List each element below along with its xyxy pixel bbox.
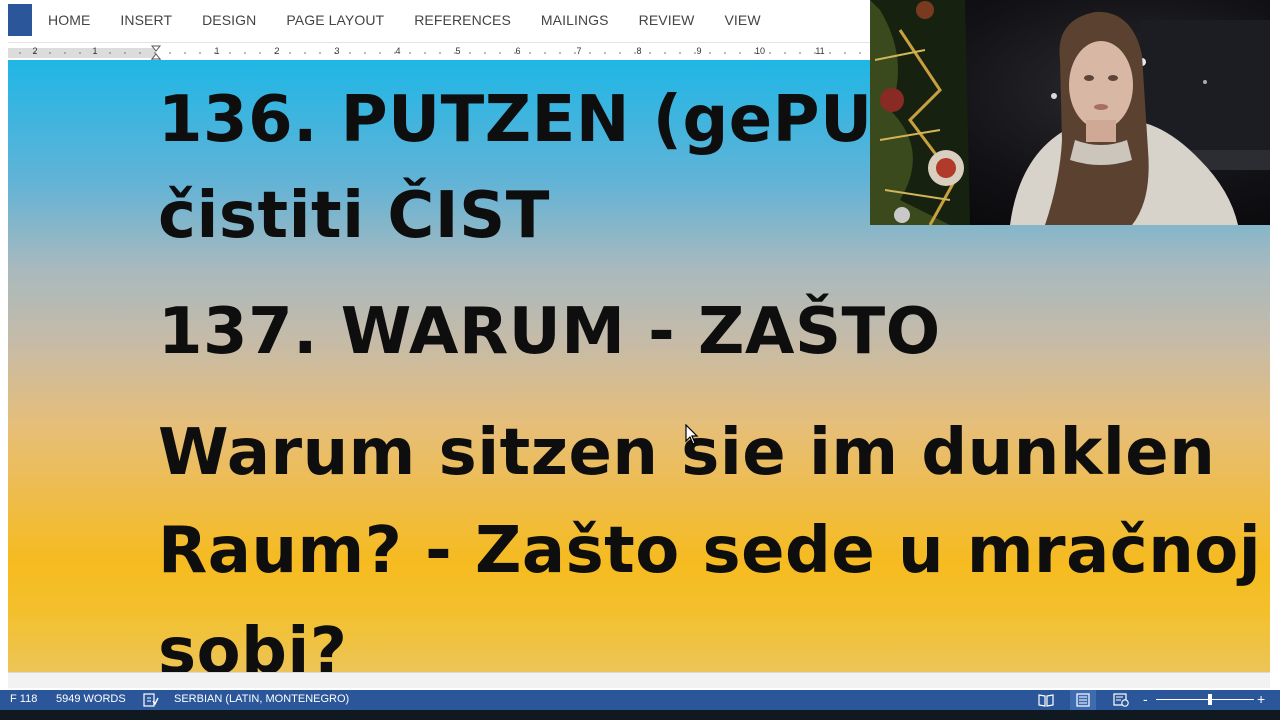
document-line-2[interactable]: čistiti ČIST (158, 184, 550, 248)
ruler-number: 1 (92, 46, 98, 56)
taskbar-strip (0, 710, 1280, 720)
ruler-number: 8 (636, 46, 642, 56)
horizontal-ruler[interactable]: 2 1 1 2 3 4 5 6 7 8 9 10 11 (8, 42, 870, 63)
document-left-edge (0, 60, 8, 690)
tab-view[interactable]: VIEW (724, 12, 760, 28)
ruler-number: 6 (515, 46, 521, 56)
document-line-5[interactable]: Raum? - Zašto sede u mračnoj (158, 519, 1261, 583)
tab-references[interactable]: REFERENCES (414, 12, 511, 28)
ruler-number: 2 (32, 46, 38, 56)
ruler-number: 7 (576, 46, 582, 56)
mouse-cursor-icon (685, 424, 699, 445)
page-indicator[interactable]: F 118 (10, 693, 37, 705)
page-gap (8, 672, 1270, 688)
proofing-icon[interactable] (143, 693, 159, 707)
ruler-number: 5 (455, 46, 461, 56)
webcam-scene (870, 0, 1270, 225)
ruler-number: 11 (815, 46, 825, 56)
zoom-in-button[interactable]: + (1257, 691, 1265, 707)
ruler-number: 1 (214, 46, 220, 56)
ruler-number: 4 (395, 46, 401, 56)
tab-insert[interactable]: INSERT (120, 12, 172, 28)
webcam-video-icon (870, 0, 1270, 225)
language-indicator[interactable]: SERBIAN (LATIN, MONTENEGRO) (174, 693, 349, 705)
zoom-out-button[interactable]: - (1143, 691, 1148, 707)
word-window: HOME INSERT DESIGN PAGE LAYOUT REFERENCE… (0, 0, 1280, 720)
ruler-number: 3 (334, 46, 340, 56)
print-layout-icon[interactable] (1075, 693, 1091, 707)
hanging-indent-marker[interactable] (150, 53, 162, 60)
zoom-slider[interactable] (1156, 699, 1254, 700)
tab-mailings[interactable]: MAILINGS (541, 12, 609, 28)
vertical-scroll-gutter[interactable] (1270, 40, 1280, 690)
word-count[interactable]: 5949 WORDS (56, 693, 126, 705)
tab-review[interactable]: REVIEW (639, 12, 695, 28)
zoom-slider-thumb[interactable] (1207, 694, 1212, 705)
file-tab[interactable] (8, 4, 32, 36)
read-mode-icon[interactable] (1038, 693, 1054, 707)
tab-home[interactable]: HOME (48, 12, 90, 28)
ruler-number: 2 (274, 46, 280, 56)
tab-page-layout[interactable]: PAGE LAYOUT (286, 12, 384, 28)
ruler-number: 9 (696, 46, 702, 56)
ribbon-tabs: HOME INSERT DESIGN PAGE LAYOUT REFERENCE… (48, 0, 791, 40)
web-layout-icon[interactable] (1113, 693, 1129, 707)
ruler-number: 10 (754, 46, 766, 56)
document-line-6[interactable]: sobi? (158, 620, 347, 672)
tab-design[interactable]: DESIGN (202, 12, 256, 28)
first-line-indent-marker[interactable] (150, 45, 162, 52)
document-line-3[interactable]: 137. WARUM - ZAŠTO (158, 300, 941, 364)
status-bar: F 118 5949 WORDS SERBIAN (LATIN, MONTENE… (0, 690, 1280, 710)
